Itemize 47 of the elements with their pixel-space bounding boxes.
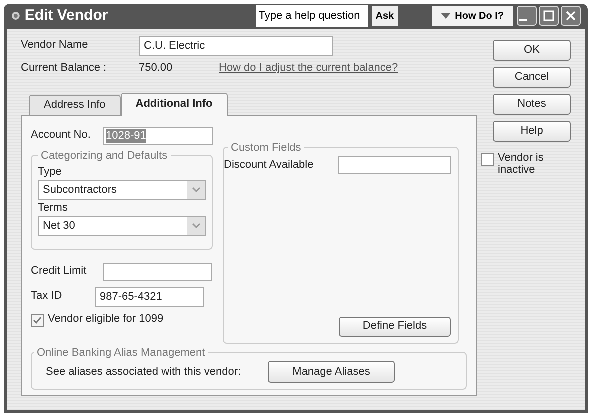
field-label: Type	[38, 165, 63, 180]
button[interactable]: Notes	[493, 94, 571, 114]
checkbox-label: Vendor is inactive	[498, 152, 545, 176]
maximize-icon	[543, 10, 555, 22]
app-icon	[11, 11, 21, 22]
alias-description: See aliases associated with this vendor:	[46, 364, 242, 380]
button[interactable]: Define Fields	[339, 316, 451, 336]
account-number-field[interactable]: 1028-91	[103, 126, 213, 144]
help-link[interactable]: How do I adjust the current balance?	[219, 60, 398, 77]
button[interactable]: Help	[493, 120, 571, 142]
tab[interactable]: Additional Info	[120, 92, 228, 116]
field-label: Terms	[38, 201, 69, 216]
button[interactable]: OK	[493, 40, 571, 60]
checkbox[interactable]	[481, 152, 494, 166]
field-label: Credit Limit	[31, 264, 88, 280]
checkbox-label: Vendor eligible for 1099	[48, 312, 164, 324]
how-do-i-button[interactable]: How Do I?	[432, 6, 513, 26]
field-label: Tax ID	[31, 289, 64, 304]
caret-down-icon	[441, 13, 452, 20]
field-value: 1028-91	[106, 128, 146, 142]
button[interactable]: Cancel	[493, 66, 571, 88]
dropdown[interactable]: Net 30	[38, 216, 206, 236]
checkbox[interactable]	[31, 314, 44, 326]
vendor-name-field[interactable]: C.U. Electric	[139, 36, 333, 56]
chevron-down-icon	[192, 223, 200, 229]
ask-button[interactable]: Ask	[372, 6, 398, 26]
dropdown[interactable]: Subcontractors	[38, 180, 206, 200]
field-label: Account No.	[31, 128, 92, 144]
maximize-button[interactable]	[539, 6, 559, 26]
chevron-down-icon	[192, 187, 200, 193]
close-button[interactable]	[561, 6, 581, 26]
close-icon	[565, 10, 577, 22]
tax-id-field[interactable]: 987-65-4321	[95, 286, 204, 306]
window-title: Edit Vendor	[24, 6, 110, 26]
field-label: Vendor Name	[21, 38, 90, 54]
field-label: Current Balance :	[21, 61, 108, 76]
group-title: Categorizing and Defaults	[40, 148, 169, 164]
tab[interactable]: Address Info	[29, 94, 121, 114]
field-label: Discount Available	[224, 158, 314, 173]
minimize-button[interactable]	[517, 6, 537, 26]
button[interactable]: Manage Aliases	[268, 361, 395, 383]
group-title: Custom Fields	[230, 140, 302, 156]
custom-field-input[interactable]	[338, 156, 451, 174]
balance-value: 750.00	[139, 61, 174, 76]
group-title: Online Banking Alias Management	[36, 346, 206, 360]
credit-limit-field[interactable]	[103, 262, 212, 280]
help-search-field[interactable]: Type a help question	[256, 5, 368, 28]
